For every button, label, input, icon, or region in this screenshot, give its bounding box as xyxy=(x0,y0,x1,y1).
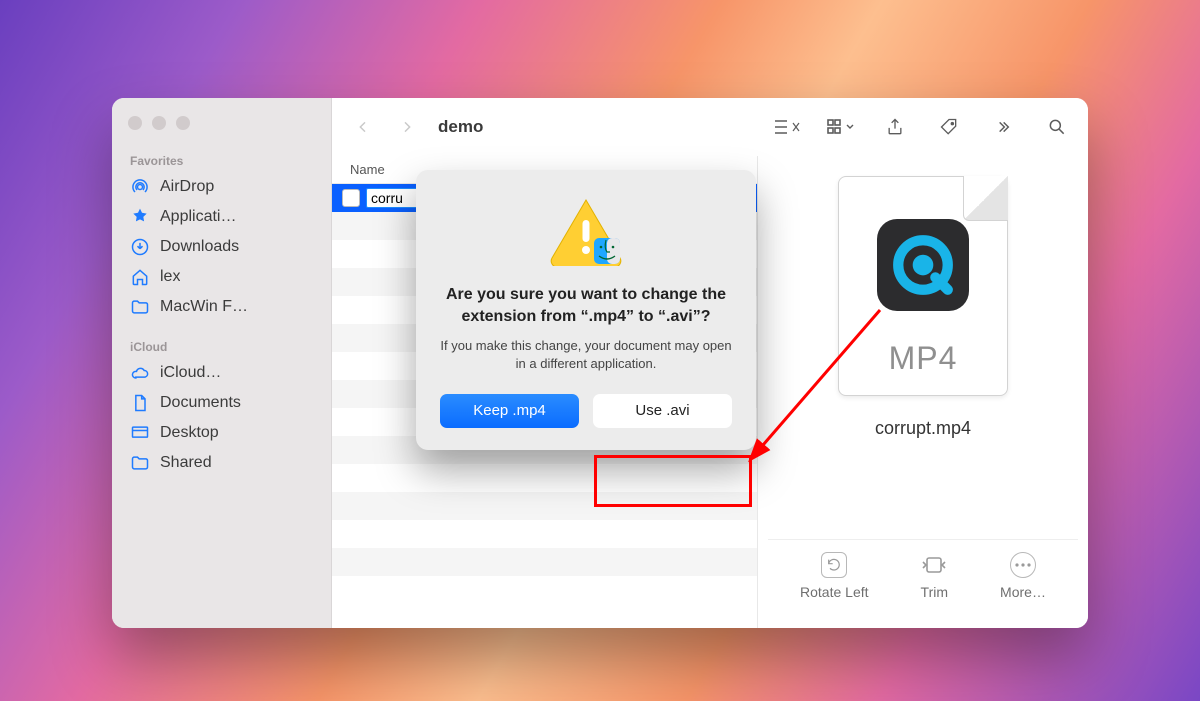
action-label: Rotate Left xyxy=(800,584,869,600)
sidebar-item-documents[interactable]: Documents xyxy=(112,388,331,418)
airdrop-icon xyxy=(130,177,150,197)
quicktime-icon xyxy=(877,219,969,311)
action-rotate-left[interactable]: Rotate Left xyxy=(800,552,869,600)
file-preview-name: corrupt.mp4 xyxy=(875,418,971,439)
sidebar-section-favorites: Favorites xyxy=(112,148,331,172)
action-label: More… xyxy=(1000,584,1046,600)
toolbar: demo xyxy=(332,98,1088,156)
sidebar-item-shared[interactable]: Shared xyxy=(112,448,331,478)
downloads-icon xyxy=(130,237,150,257)
sidebar-item-label: AirDrop xyxy=(160,178,214,196)
keep-extension-button[interactable]: Keep .mp4 xyxy=(440,394,579,428)
sidebar-item-macwin[interactable]: MacWin F… xyxy=(112,292,331,322)
document-icon xyxy=(130,393,150,413)
warning-finder-icon xyxy=(546,196,626,266)
overflow-button[interactable] xyxy=(986,110,1020,144)
window-title: demo xyxy=(438,117,483,137)
home-icon xyxy=(130,267,150,287)
zoom-dot[interactable] xyxy=(176,116,190,130)
use-extension-button[interactable]: Use .avi xyxy=(593,394,732,428)
file-row-empty xyxy=(332,520,757,548)
trim-icon xyxy=(921,552,947,578)
sidebar-item-label: iCloud… xyxy=(160,364,221,382)
sidebar-item-label: MacWin F… xyxy=(160,298,248,316)
sidebar-item-desktop[interactable]: Desktop xyxy=(112,418,331,448)
sidebar-item-label: Desktop xyxy=(160,424,219,442)
dialog-title: Are you sure you want to change the exte… xyxy=(440,284,732,327)
window-controls xyxy=(112,110,331,148)
cloud-icon xyxy=(130,363,150,383)
action-label: Trim xyxy=(921,584,948,600)
sidebar-item-label: Applicati… xyxy=(160,208,236,226)
sidebar-item-label: Shared xyxy=(160,454,212,472)
forward-button[interactable] xyxy=(390,110,424,144)
sidebar-item-label: Downloads xyxy=(160,238,239,256)
dialog-message: If you make this change, your document m… xyxy=(440,337,732,373)
minimize-dot[interactable] xyxy=(152,116,166,130)
more-icon xyxy=(1010,552,1036,578)
sidebar-section-icloud: iCloud xyxy=(112,334,331,358)
desktop-icon xyxy=(130,423,150,443)
file-row-empty xyxy=(332,492,757,520)
close-dot[interactable] xyxy=(128,116,142,130)
folder-icon xyxy=(130,297,150,317)
column-header-name[interactable]: Name xyxy=(350,162,385,177)
file-preview-icon: MP4 xyxy=(838,176,1008,396)
preview-pane: MP4 corrupt.mp4 Rotate Left Trim More… xyxy=(758,156,1088,628)
share-button[interactable] xyxy=(878,110,912,144)
rotate-left-icon xyxy=(821,552,847,578)
search-button[interactable] xyxy=(1040,110,1074,144)
file-row-empty xyxy=(332,464,757,492)
tags-button[interactable] xyxy=(932,110,966,144)
sidebar: Favorites AirDrop Applicati… Downloads l… xyxy=(112,98,332,628)
group-button[interactable] xyxy=(824,110,858,144)
quick-actions: Rotate Left Trim More… xyxy=(768,539,1078,608)
action-more[interactable]: More… xyxy=(1000,552,1046,600)
sidebar-item-home[interactable]: lex xyxy=(112,262,331,292)
action-trim[interactable]: Trim xyxy=(921,552,948,600)
extension-change-dialog: Are you sure you want to change the exte… xyxy=(416,170,756,450)
view-list-button[interactable] xyxy=(770,110,804,144)
back-button[interactable] xyxy=(346,110,380,144)
sidebar-item-applications[interactable]: Applicati… xyxy=(112,202,331,232)
sidebar-item-airdrop[interactable]: AirDrop xyxy=(112,172,331,202)
file-thumb-icon xyxy=(342,189,360,207)
applications-icon xyxy=(130,207,150,227)
sidebar-item-icloud[interactable]: iCloud… xyxy=(112,358,331,388)
sidebar-item-label: Documents xyxy=(160,394,241,412)
shared-folder-icon xyxy=(130,453,150,473)
file-type-label: MP4 xyxy=(839,340,1007,377)
sidebar-item-downloads[interactable]: Downloads xyxy=(112,232,331,262)
sidebar-item-label: lex xyxy=(160,268,180,286)
file-row-empty xyxy=(332,548,757,576)
